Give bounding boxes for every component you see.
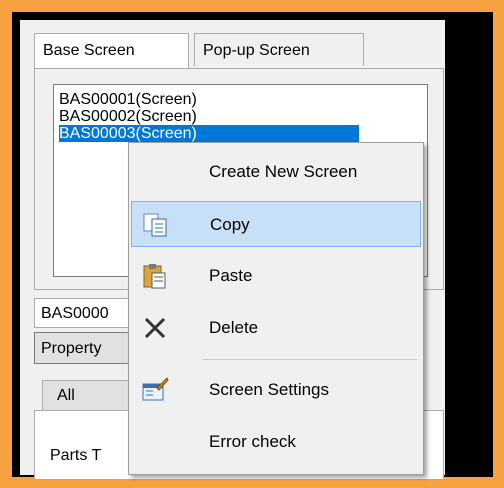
- menu-item-screen-settings[interactable]: Screen Settings: [131, 367, 421, 413]
- menu-item-paste[interactable]: Paste: [131, 253, 421, 299]
- list-item[interactable]: BAS00001(Screen): [59, 91, 197, 108]
- menu-item-label: Delete: [209, 318, 259, 337]
- screen-settings-icon: [142, 377, 169, 401]
- menu-item-create-new-screen[interactable]: Create New Screen: [131, 149, 421, 195]
- menu-item-label: Screen Settings: [209, 380, 330, 399]
- delete-x-icon: [144, 317, 166, 339]
- menu-separator: [203, 359, 417, 360]
- menu-item-label: Error check: [209, 432, 296, 451]
- tab-base-screen[interactable]: Base Screen: [34, 33, 189, 69]
- menu-item-label: Copy: [210, 215, 250, 234]
- menu-item-error-check[interactable]: Error check: [131, 419, 421, 465]
- menu-item-label: Create New Screen: [209, 162, 358, 181]
- menu-item-delete[interactable]: Delete: [131, 305, 421, 351]
- tab-all[interactable]: All: [42, 380, 132, 410]
- menu-item-label: Paste: [209, 266, 253, 285]
- parts-type-label: Parts T: [50, 447, 102, 464]
- context-menu: Create New Screen Copy Paste Delete Scre…: [128, 142, 424, 475]
- list-item-selected[interactable]: BAS00003(Screen): [59, 125, 359, 142]
- paste-icon: [143, 264, 166, 289]
- tab-popup-screen[interactable]: Pop-up Screen: [194, 33, 364, 66]
- menu-item-copy[interactable]: Copy: [131, 201, 421, 247]
- list-item[interactable]: BAS00002(Screen): [59, 108, 197, 125]
- copy-icon: [143, 213, 167, 237]
